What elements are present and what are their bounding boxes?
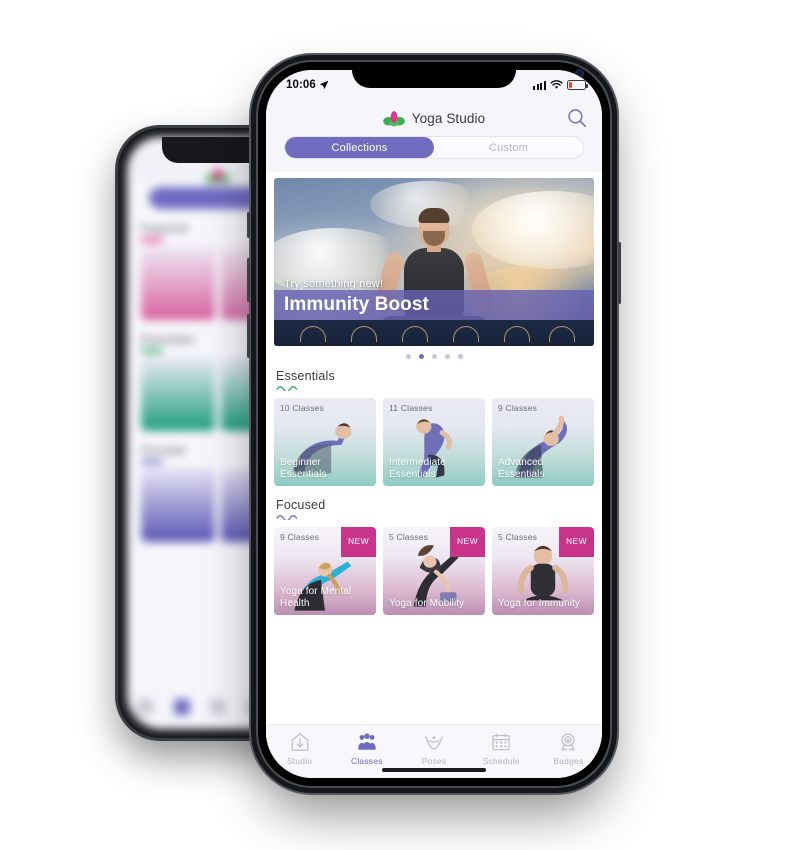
hero-title-band: Immunity Boost <box>274 290 594 320</box>
people-group-icon <box>357 733 376 750</box>
location-arrow-icon <box>319 80 329 90</box>
bk-card <box>141 357 215 431</box>
card-title: Yoga for Mental Health <box>280 586 352 609</box>
award-ribbon-icon <box>561 733 575 752</box>
tab-collections[interactable]: Collections <box>285 137 434 158</box>
section-focused: Focused 9 Classes NEW Yoga for Mental He… <box>266 486 602 615</box>
card-row-essentials: 10 Classes Beginner Essentials 11 Classe… <box>274 398 594 486</box>
card-title: Yoga for Immunity <box>498 598 580 609</box>
carousel-dots <box>274 346 594 363</box>
bk-tab-icon <box>173 699 190 715</box>
volume-up-button[interactable] <box>247 258 250 302</box>
status-badge-new: NEW <box>449 527 485 557</box>
tab-label: Poses <box>421 756 447 766</box>
lotus-icon <box>382 110 405 126</box>
segmented-control: Collections Custom <box>284 136 584 159</box>
tab-classes[interactable]: Classes <box>333 731 400 766</box>
tab-schedule[interactable]: Schedule <box>468 731 535 766</box>
status-badge-new: NEW <box>558 527 594 557</box>
section-essentials: Essentials 10 Classes Beginner Essential… <box>266 363 602 486</box>
status-badge-new: NEW <box>340 527 376 557</box>
tab-label: Schedule <box>482 756 520 766</box>
hero-title: Immunity Boost <box>284 294 429 315</box>
card-title: Yoga for Mobility <box>389 598 465 609</box>
carousel-dot[interactable] <box>431 354 437 359</box>
status-time-group: 10:06 <box>286 79 329 91</box>
bk-lotus-icon <box>206 167 230 185</box>
notch <box>352 62 516 88</box>
bk-tab-icon <box>209 699 226 715</box>
carousel-dot-active[interactable] <box>418 354 424 359</box>
section-title: Focused <box>276 498 326 512</box>
section-title: Essentials <box>276 369 335 383</box>
squiggle-underline-icon <box>276 386 298 391</box>
carousel-dot[interactable] <box>444 354 450 359</box>
tab-label: Classes <box>350 756 383 766</box>
class-card-yoga-for-immunity[interactable]: 5 Classes NEW Yoga for Immunity <box>492 527 594 615</box>
section-header: Focused <box>274 498 594 520</box>
hero-card[interactable]: Try something new! Immunity Boost <box>274 178 594 346</box>
bk-squiggle <box>141 349 163 353</box>
squiggle-underline-icon <box>276 515 298 520</box>
card-class-count: 11 Classes <box>389 403 433 413</box>
card-row-focused: 9 Classes NEW Yoga for Mental Health 5 C… <box>274 527 594 615</box>
cellular-signal-icon <box>533 80 546 90</box>
card-title: Advanced Essentials <box>498 457 545 480</box>
hero-carousel: Try something new! Immunity Boost <box>266 172 602 363</box>
volume-down-button[interactable] <box>247 314 250 358</box>
bk-squiggle <box>141 238 163 242</box>
content-scroll[interactable]: Try something new! Immunity Boost Essent… <box>266 172 602 724</box>
search-icon[interactable] <box>566 107 588 129</box>
yoga-mat <box>274 320 594 346</box>
home-indicator[interactable] <box>382 768 486 772</box>
class-card-advanced-essentials[interactable]: 9 Classes Advanced Essentials <box>492 398 594 486</box>
class-card-beginner-essentials[interactable]: 10 Classes Beginner Essentials <box>274 398 376 486</box>
tab-poses[interactable]: Poses <box>400 731 467 766</box>
wifi-icon <box>550 80 563 89</box>
card-class-count: 9 Classes <box>280 532 320 542</box>
app-header: Yoga Studio <box>266 100 602 136</box>
yoga-pose-icon <box>425 736 443 750</box>
home-download-icon <box>291 733 308 751</box>
segmented-control-wrap: Collections Custom <box>266 136 602 172</box>
card-title: Beginner Essentials <box>280 457 327 480</box>
status-indicators <box>533 80 588 90</box>
card-class-count: 10 Classes <box>280 403 325 413</box>
screenshot-stage: Featured Essentials Focused 10:06 Yoga S… <box>0 0 800 850</box>
class-card-intermediate-essentials[interactable]: 11 Classes Intermediate Essentials <box>383 398 485 486</box>
tab-label: Studio <box>286 756 313 766</box>
calendar-icon <box>492 733 510 751</box>
page-title: Yoga Studio <box>411 110 486 126</box>
hero-eyebrow: Try something new! <box>284 278 384 290</box>
status-time: 10:06 <box>286 79 316 91</box>
class-card-yoga-for-mental-health[interactable]: 9 Classes NEW Yoga for Mental Health <box>274 527 376 615</box>
bk-card <box>141 468 215 542</box>
foreground-phone: 10:06 Yoga Studio Collections Custom Try… <box>247 62 621 786</box>
card-class-count: 9 Classes <box>498 403 538 413</box>
bk-squiggle <box>141 460 163 464</box>
tab-label: Badges <box>553 756 584 766</box>
card-class-count: 5 Classes <box>389 532 429 542</box>
bk-card <box>141 246 215 320</box>
tab-custom[interactable]: Custom <box>434 137 583 158</box>
card-class-count: 5 Classes <box>498 532 538 542</box>
tab-studio[interactable]: Studio <box>266 731 333 766</box>
tab-badges[interactable]: Badges <box>535 731 602 766</box>
section-header: Essentials <box>274 369 594 391</box>
bk-tab-icon <box>137 699 154 715</box>
carousel-dot[interactable] <box>405 354 411 359</box>
brand: Yoga Studio <box>382 110 486 127</box>
class-card-yoga-for-mobility[interactable]: 5 Classes NEW Yoga for Mobility <box>383 527 485 615</box>
phone-screen: 10:06 Yoga Studio Collections Custom Try… <box>266 70 602 778</box>
carousel-dot[interactable] <box>457 354 463 359</box>
card-title: Intermediate Essentials <box>389 457 446 480</box>
battery-low-icon <box>567 80 588 90</box>
